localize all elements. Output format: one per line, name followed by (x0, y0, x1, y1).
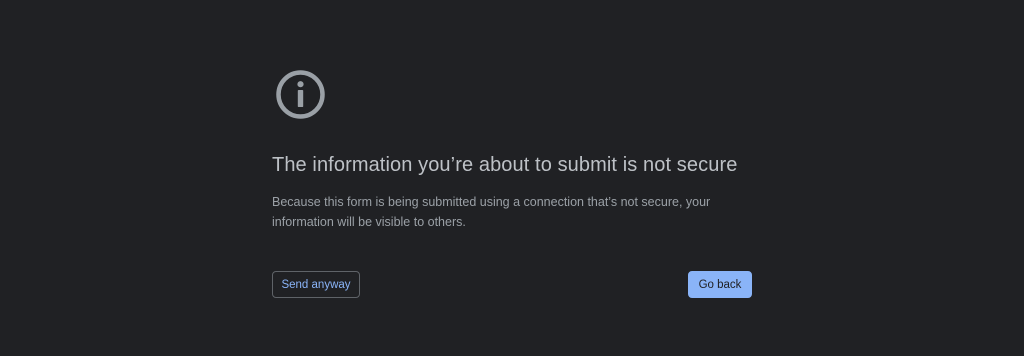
warning-description: Because this form is being submitted usi… (272, 195, 711, 229)
warning-title: The information you’re about to submit i… (272, 154, 738, 176)
go-back-button[interactable]: Go back (688, 271, 752, 298)
send-anyway-button[interactable]: Send anyway (272, 271, 360, 298)
info-circle-icon (276, 70, 325, 119)
insecure-form-warning-page: The information you’re about to submit i… (0, 0, 1024, 356)
